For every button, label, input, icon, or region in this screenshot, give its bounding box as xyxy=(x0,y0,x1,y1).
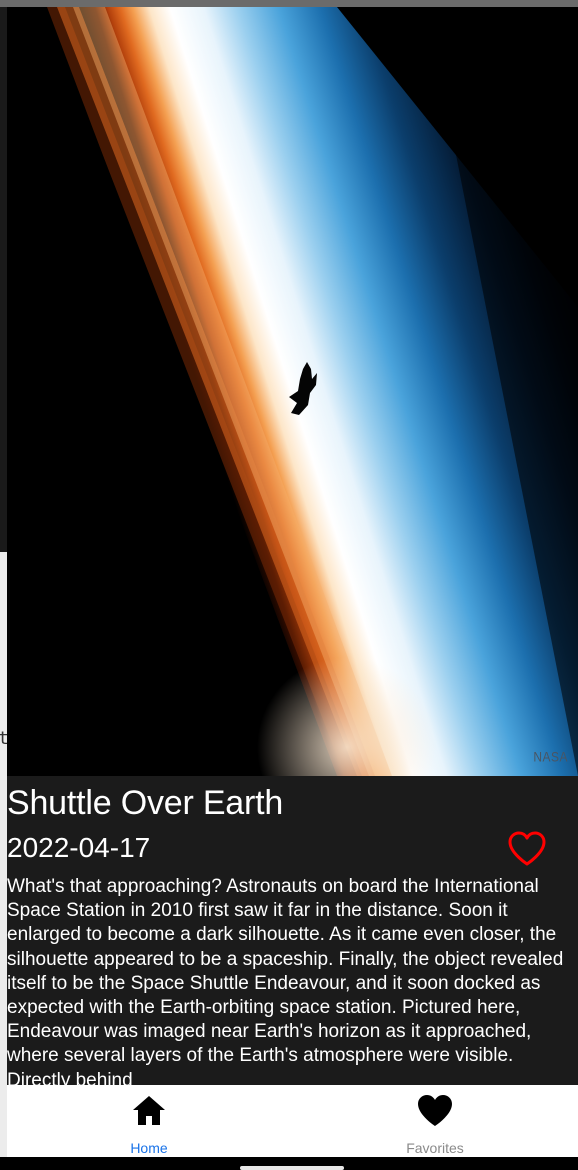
heart-outline-icon xyxy=(508,831,546,866)
system-navigation-bar xyxy=(0,1157,578,1170)
tab-favorites-label: Favorites xyxy=(406,1140,464,1156)
status-strip xyxy=(0,0,578,7)
article-details: Shuttle Over Earth 2022-04-17 What's tha… xyxy=(7,776,578,1085)
heart-icon xyxy=(418,1095,452,1126)
article-date: 2022-04-17 xyxy=(7,832,151,863)
article-title: Shuttle Over Earth xyxy=(7,784,284,822)
background-window-edge-dark xyxy=(0,7,7,552)
app-screen: t NASA Shuttle Over Earth 2022-04-17 Wha… xyxy=(0,0,578,1170)
home-indicator[interactable] xyxy=(240,1166,344,1170)
tab-favorites[interactable]: Favorites xyxy=(345,1085,525,1157)
tab-home-label: Home xyxy=(130,1140,168,1156)
bottom-tab-bar: Home Favorites xyxy=(7,1085,578,1157)
tab-home[interactable]: Home xyxy=(59,1085,239,1157)
earth-horizon-image xyxy=(7,7,578,776)
apod-image[interactable]: NASA xyxy=(7,7,578,776)
favorite-toggle-button[interactable] xyxy=(507,830,547,868)
image-watermark: NASA xyxy=(533,748,568,766)
article-description: What's that approaching? Astronauts on b… xyxy=(7,876,564,1085)
home-icon xyxy=(133,1096,165,1125)
